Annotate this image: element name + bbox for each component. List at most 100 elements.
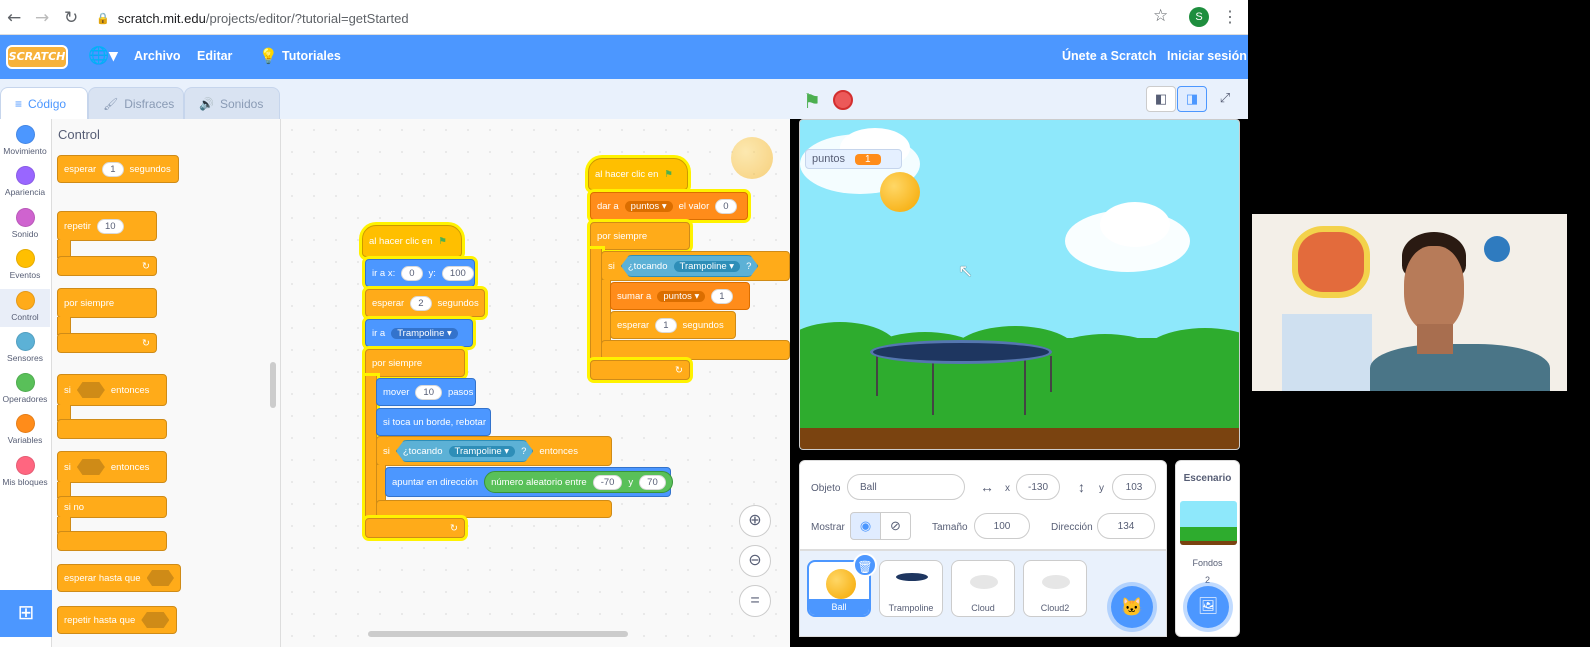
condition-slot[interactable] [141,612,170,628]
back-arrow-icon[interactable]: ← [7,8,21,28]
palette-scrollbar[interactable] [270,362,276,408]
zoom-out-button[interactable]: ⊖ [739,545,771,577]
category-events[interactable]: Eventos [0,249,50,280]
x-input[interactable]: 0 [401,265,423,281]
y-position-input[interactable]: 103 [1112,474,1156,500]
palette-wait-until-block[interactable]: esperar hasta que [57,564,181,592]
scratch-logo[interactable]: SCRATCH [6,45,68,69]
zoom-reset-button[interactable]: = [739,585,771,617]
change-value-input[interactable]: 1 [711,288,733,304]
green-flag-hat-block-2[interactable]: al hacer clic en ⚑ [588,158,688,190]
trampoline-leg [1024,360,1026,415]
stop-button[interactable] [833,90,853,110]
wait-input[interactable]: 2 [410,295,432,311]
variable-dropdown[interactable]: puntos ▾ [624,200,673,212]
category-my-blocks[interactable]: Mis bloques [0,456,50,487]
wait-block[interactable]: esperar 2 segundos [365,289,485,317]
x-position-input[interactable]: -130 [1016,474,1060,500]
normal-stage-button[interactable]: ◨ [1177,86,1207,112]
category-label: Mis bloques [2,477,48,487]
point-direction-block[interactable]: apuntar en dirección número aleatorio ent… [385,467,673,497]
palette-if-else-block[interactable]: si entonces [57,451,167,483]
address-bar[interactable]: 🔒 scratch.mit.edu /projects/editor/?tuto… [96,6,1176,30]
fullscreen-button[interactable]: ⤢ [1210,86,1240,112]
green-flag-button[interactable]: ⚑ [803,89,821,114]
language-globe-icon[interactable]: 🌐▾ [88,46,118,66]
variable-dropdown-2[interactable]: puntos ▾ [657,290,706,302]
if-touching-block[interactable]: si ¿tocando Trampoline ▾? entonces [376,436,612,466]
move-block[interactable]: mover 10 pasos [376,378,476,406]
add-sprite-button[interactable]: 🐱 [1111,586,1153,628]
browser-menu-icon[interactable]: ⋮ [1222,7,1238,27]
random-operator-block[interactable]: número aleatorio entre -70 y 70 [484,471,673,493]
sprite-name-input[interactable]: Ball [847,474,965,500]
palette-forever-block[interactable]: por siempre [57,288,157,318]
menu-edit[interactable]: Editar [197,49,232,63]
set-variable-block[interactable]: dar a puntos ▾ el valor 0 [590,192,748,220]
wait-block-2[interactable]: esperar 1 segundos [610,311,736,339]
touching-dropdown[interactable]: Trampoline ▾ [448,445,516,457]
forward-arrow-icon[interactable]: → [35,8,49,28]
join-scratch-link[interactable]: Únete a Scratch [1062,49,1156,63]
reload-icon[interactable]: ↻ [64,8,78,28]
script-horizontal-scrollbar[interactable] [368,631,628,637]
menu-tutorials[interactable]: Tutoriales [282,49,341,63]
target-dropdown[interactable]: Trampoline ▾ [391,327,458,339]
palette-if-block[interactable]: si entonces [57,374,167,406]
if-touching-block-2[interactable]: si ¿tocando Trampoline ▾? [601,251,790,281]
category-variables[interactable]: Variables [0,414,50,445]
sprite-thumb-cloud2[interactable]: Cloud2 [1023,560,1087,617]
condition-slot[interactable] [76,382,105,398]
sprite-thumb-cloud[interactable]: Cloud [951,560,1015,617]
palette-repeat-until-block[interactable]: repetir hasta que [57,606,177,634]
variable-monitor[interactable]: puntos 1 [805,149,902,169]
tab-code[interactable]: ≡ Código [0,87,88,119]
set-value-input[interactable]: 0 [715,198,737,214]
condition-slot[interactable] [76,459,105,475]
category-looks[interactable]: Apariencia [0,166,50,197]
palette-repeat-block[interactable]: repetir 10 [57,211,157,241]
wait-input-2[interactable]: 1 [655,317,677,333]
category-operators[interactable]: Operadores [0,373,50,404]
delete-sprite-button[interactable]: 🗑 [853,553,877,577]
goto-target-block[interactable]: ir a Trampoline ▾ [365,319,473,347]
tab-sounds[interactable]: 🔊 Sonidos [184,87,280,119]
random-to-input[interactable]: 70 [639,474,666,490]
add-backdrop-button[interactable]: 🖼 [1187,586,1229,628]
show-sprite-button[interactable]: ◉ [850,512,881,540]
forever-block[interactable]: por siempre [365,349,465,377]
touching-condition[interactable]: ¿tocando Trampoline ▾? [395,440,534,462]
goto-xy-block[interactable]: ir a x: 0 y: 100 [365,259,475,287]
sprite-thumb-trampoline[interactable]: Trampoline [879,560,943,617]
category-control[interactable]: Control [0,289,50,327]
size-input[interactable]: 100 [974,513,1030,539]
palette-wait-block[interactable]: esperar 1 segundos [57,155,179,183]
green-flag-hat-block[interactable]: al hacer clic en ⚑ [362,225,462,257]
menu-file[interactable]: Archivo [134,49,181,63]
hide-sprite-button[interactable]: ⊘ [880,512,911,540]
small-stage-button[interactable]: ◧ [1146,86,1176,112]
category-sensing[interactable]: Sensores [0,332,50,363]
add-extension-button[interactable]: ⊞ [0,590,52,637]
sign-in-link[interactable]: Iniciar sesión [1167,49,1247,63]
condition-slot[interactable] [146,570,174,586]
tab-costumes[interactable]: 🖌 Disfraces [88,87,184,119]
bounce-block[interactable]: si toca un borde, rebotar [376,408,491,436]
block-text: número aleatorio entre [491,476,587,488]
zoom-in-button[interactable]: ⊕ [739,505,771,537]
block-input[interactable]: 10 [96,218,124,234]
y-input[interactable]: 100 [441,265,474,281]
category-motion[interactable]: Movimiento [0,125,50,156]
random-from-input[interactable]: -70 [592,474,623,490]
move-input[interactable]: 10 [415,384,442,400]
block-text: dar a [597,200,619,212]
forever-block-2[interactable]: por siempre [590,222,690,250]
touching-condition-2[interactable]: ¿tocando Trampoline ▾? [620,255,759,277]
profile-avatar[interactable]: S [1189,7,1209,27]
bookmark-star-icon[interactable]: ☆ [1153,6,1168,26]
category-sound[interactable]: Sonido [0,208,50,239]
direction-input[interactable]: 134 [1097,513,1155,539]
touching-dropdown-2[interactable]: Trampoline ▾ [673,260,741,272]
block-input[interactable]: 1 [102,161,124,177]
change-variable-block[interactable]: sumar a puntos ▾ 1 [610,282,750,310]
